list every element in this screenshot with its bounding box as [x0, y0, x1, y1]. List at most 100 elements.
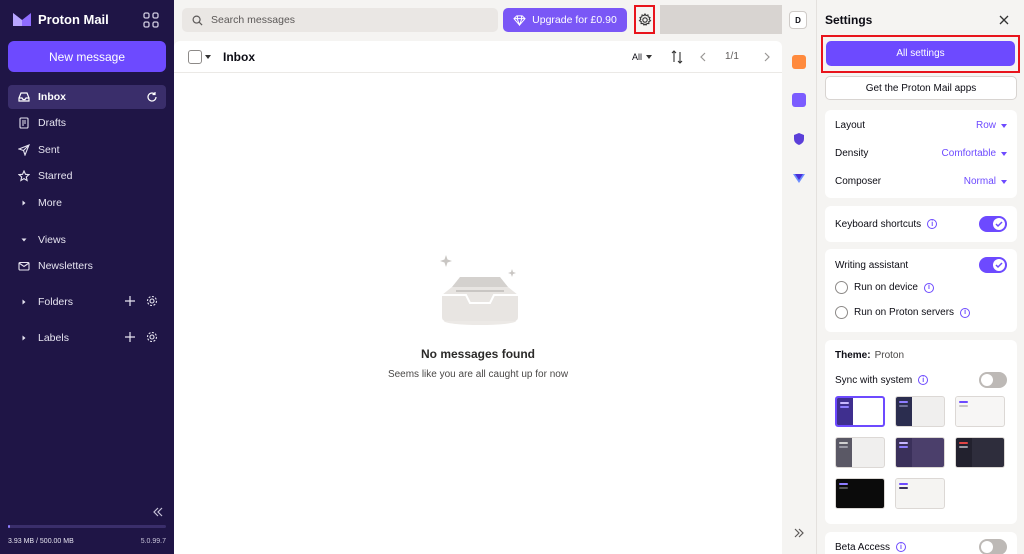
layout-row[interactable]: Layout Row: [835, 120, 1007, 131]
next-page-icon[interactable]: [762, 51, 772, 63]
theme-option-proton[interactable]: [835, 396, 885, 427]
sidebar-item-starred[interactable]: Starred: [8, 164, 166, 188]
add-label-icon[interactable]: [124, 331, 136, 343]
proton-mail-logo-icon: [13, 13, 31, 26]
run-servers-option[interactable]: Run on Proton servers i: [835, 306, 1007, 319]
settings-title: Settings: [825, 13, 873, 27]
sync-label: Sync with system: [835, 374, 913, 386]
filter-dropdown[interactable]: All: [632, 52, 653, 62]
newsletter-icon: [18, 261, 30, 271]
empty-state-title: No messages found: [420, 347, 536, 361]
check-icon: [995, 262, 1003, 269]
select-options-caret-icon[interactable]: [205, 55, 211, 59]
check-icon: [995, 221, 1003, 228]
sidebar-item-label: Sent: [38, 144, 60, 156]
sidebar-item-label: Drafts: [38, 117, 67, 129]
sidebar-item-inbox[interactable]: Inbox: [8, 85, 166, 109]
apps-grid-icon[interactable]: [143, 12, 159, 28]
vpn-shield-icon[interactable]: [792, 132, 806, 146]
page-title: Inbox: [223, 50, 255, 64]
assistant-label: Writing assistant: [835, 259, 909, 271]
brand[interactable]: Proton Mail: [12, 11, 109, 27]
info-icon[interactable]: i: [896, 542, 907, 552]
calendar-app-icon[interactable]: [792, 93, 806, 107]
chevron-down-icon: [646, 55, 653, 59]
assistant-card: Writing assistant Run on device i Run on…: [825, 249, 1017, 332]
previous-page-icon[interactable]: [698, 51, 708, 63]
search-placeholder: Search messages: [211, 14, 296, 26]
sidebar-item-label: Starred: [38, 170, 73, 182]
radio-button[interactable]: [835, 306, 848, 319]
diamond-icon: [513, 14, 526, 26]
star-icon: [18, 170, 30, 182]
sidebar-item-folders[interactable]: Folders: [8, 290, 166, 314]
pass-app-icon[interactable]: [792, 171, 806, 185]
avatar[interactable]: D: [789, 11, 807, 29]
theme-option-ruby[interactable]: [955, 437, 1005, 468]
sidebar-item-label: Views: [38, 234, 66, 246]
layout-card: Layout Row Density Comfortable Composer …: [825, 110, 1017, 198]
sync-toggle[interactable]: [979, 372, 1007, 388]
sidebar-item-views[interactable]: Views: [8, 228, 166, 252]
theme-option-dark[interactable]: [835, 478, 885, 509]
all-settings-button[interactable]: All settings: [826, 41, 1015, 66]
sidebar: Proton Mail New message Inbox Drafts Sen…: [0, 0, 174, 554]
caret-right-icon: [22, 200, 26, 206]
upgrade-label: Upgrade for £0.90: [532, 14, 617, 26]
theme-option-snow[interactable]: [955, 396, 1005, 427]
storage-bar: [8, 525, 166, 528]
settings-button[interactable]: [634, 5, 655, 34]
sidebar-item-label: Labels: [38, 332, 69, 344]
chevron-down-icon: [1001, 123, 1007, 128]
composer-row[interactable]: Composer Normal: [835, 176, 1007, 187]
info-icon[interactable]: i: [960, 307, 971, 318]
select-all-checkbox[interactable]: [188, 50, 202, 64]
theme-label: Theme:: [835, 350, 871, 361]
caret-right-icon: [22, 299, 26, 305]
chevron-down-icon: [1001, 179, 1007, 184]
page-indicator: 1/1: [725, 51, 739, 62]
search-input[interactable]: Search messages: [182, 8, 498, 32]
add-folder-icon[interactable]: [124, 295, 136, 307]
density-row[interactable]: Density Comfortable: [835, 148, 1007, 159]
theme-option-monokai[interactable]: [835, 437, 885, 468]
sidebar-item-drafts[interactable]: Drafts: [8, 111, 166, 135]
collapse-sidebar-icon[interactable]: [152, 506, 164, 518]
sidebar-item-label: Newsletters: [38, 260, 93, 272]
info-icon[interactable]: i: [918, 375, 929, 385]
info-icon[interactable]: i: [927, 219, 938, 229]
chevron-down-icon: [1001, 151, 1007, 156]
layout-value: Row: [975, 120, 996, 131]
folder-settings-gear-icon[interactable]: [146, 295, 158, 307]
info-icon[interactable]: i: [923, 282, 934, 293]
get-apps-button[interactable]: Get the Proton Mail apps: [825, 76, 1017, 100]
inbox-icon: [18, 92, 30, 102]
sidebar-item-label: More: [38, 197, 62, 209]
theme-option-carbon[interactable]: [895, 396, 945, 427]
filter-value: All: [632, 52, 643, 62]
beta-card: Beta Access i: [825, 532, 1017, 554]
sort-icon[interactable]: [671, 50, 683, 64]
density-value: Comfortable: [941, 148, 996, 159]
sidebar-item-newsletters[interactable]: Newsletters: [8, 254, 166, 278]
shortcuts-toggle[interactable]: [979, 216, 1007, 232]
beta-toggle[interactable]: [979, 539, 1007, 554]
assistant-toggle[interactable]: [979, 257, 1007, 273]
sidebar-item-labels[interactable]: Labels: [8, 326, 166, 350]
message-list: Inbox All 1/1 No messages found Seems li…: [174, 41, 782, 554]
theme-option-contrast[interactable]: [895, 437, 945, 468]
account-area-placeholder: [660, 5, 782, 34]
new-message-button[interactable]: New message: [8, 41, 166, 72]
expand-strip-icon[interactable]: [793, 527, 805, 539]
close-icon[interactable]: [998, 14, 1010, 26]
upgrade-button[interactable]: Upgrade for £0.90: [503, 8, 627, 32]
contacts-app-icon[interactable]: [792, 55, 806, 69]
composer-value: Normal: [963, 176, 996, 187]
radio-button[interactable]: [835, 281, 848, 294]
sidebar-item-sent[interactable]: Sent: [8, 138, 166, 162]
label-settings-gear-icon[interactable]: [146, 331, 158, 343]
refresh-icon[interactable]: [146, 91, 158, 103]
sidebar-item-more[interactable]: More: [8, 191, 166, 215]
run-device-option[interactable]: Run on device i: [835, 281, 1007, 294]
theme-option-classic[interactable]: [895, 478, 945, 509]
